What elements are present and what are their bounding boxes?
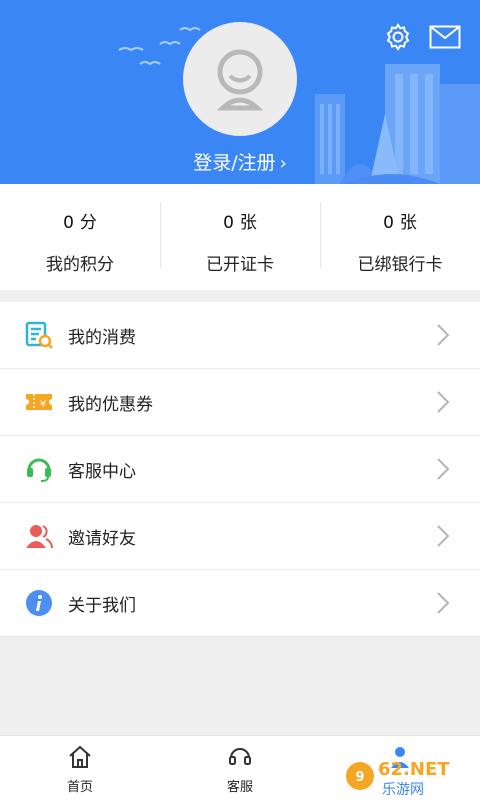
stat-cards-issued[interactable]: 0张 已开证卡: [160, 184, 320, 290]
menu-label: 关于我们: [68, 595, 136, 616]
chevron-right-icon: ›: [279, 153, 287, 174]
tab-home[interactable]: 首页: [0, 736, 160, 800]
headset-icon: [229, 748, 251, 765]
stat-points[interactable]: 0分 我的积分: [0, 184, 160, 290]
menu-item-invite-friends[interactable]: 邀请好友: [0, 503, 480, 570]
chevron-right-icon: [437, 525, 450, 547]
menu-label: 邀请好友: [68, 528, 136, 549]
receipt-search-icon: [24, 320, 54, 350]
menu-item-customer-service[interactable]: 客服中心: [0, 436, 480, 503]
message-button[interactable]: [428, 20, 462, 54]
stat-unit: 张: [399, 213, 417, 233]
stat-value: 0: [383, 213, 394, 233]
menu-label: 我的优惠券: [68, 394, 153, 415]
gear-icon: [386, 23, 410, 51]
headset-icon: [24, 454, 54, 484]
svg-text:¥: ¥: [40, 399, 46, 410]
login-register-text: 登录/注册: [193, 152, 276, 174]
svg-text:乐游网: 乐游网: [382, 782, 424, 798]
svg-text:9: 9: [355, 770, 364, 785]
tab-customer-service[interactable]: 客服: [160, 736, 320, 800]
login-register-link[interactable]: 登录/注册 ›: [0, 148, 480, 175]
menu-item-coupons[interactable]: ¥ 我的优惠券: [0, 369, 480, 436]
info-icon: [24, 588, 54, 618]
coupon-icon: ¥: [24, 387, 54, 417]
stat-value: 0: [63, 213, 74, 233]
watermark-logo: 9 62.NET 乐游网: [346, 759, 450, 798]
chevron-right-icon: [437, 458, 450, 480]
default-avatar-icon: [216, 49, 264, 111]
menu-label: 客服中心: [68, 461, 136, 482]
stat-unit: 分: [79, 213, 97, 233]
tab-label: 客服: [226, 780, 253, 795]
tab-label: 首页: [66, 780, 93, 795]
avatar[interactable]: [183, 22, 297, 136]
menu-item-about-us[interactable]: 关于我们: [0, 570, 480, 637]
chevron-right-icon: [437, 592, 450, 614]
stat-label: 已开证卡: [206, 255, 274, 275]
home-icon: [69, 745, 91, 768]
chevron-right-icon: [437, 324, 450, 346]
stat-label: 我的积分: [46, 255, 114, 275]
mail-icon: [429, 25, 461, 49]
menu-label: 我的消费: [68, 327, 136, 348]
stats-bar: 0分 我的积分 0张 已开证卡 0张 已绑银行卡: [0, 184, 480, 290]
profile-header: 登录/注册 ›: [0, 0, 480, 184]
settings-button[interactable]: [381, 20, 415, 54]
stat-unit: 张: [239, 213, 257, 233]
stat-value: 0: [223, 213, 234, 233]
stat-bank-cards[interactable]: 0张 已绑银行卡: [320, 184, 480, 290]
menu-list: 我的消费 ¥ 我的优惠券 客服中心 邀请好友 关于我们: [0, 302, 480, 637]
invite-friend-icon: [24, 521, 54, 551]
chevron-right-icon: [437, 391, 450, 413]
stat-label: 已绑银行卡: [357, 255, 443, 275]
svg-text:62.NET: 62.NET: [378, 759, 450, 780]
menu-item-consumption[interactable]: 我的消费: [0, 302, 480, 369]
